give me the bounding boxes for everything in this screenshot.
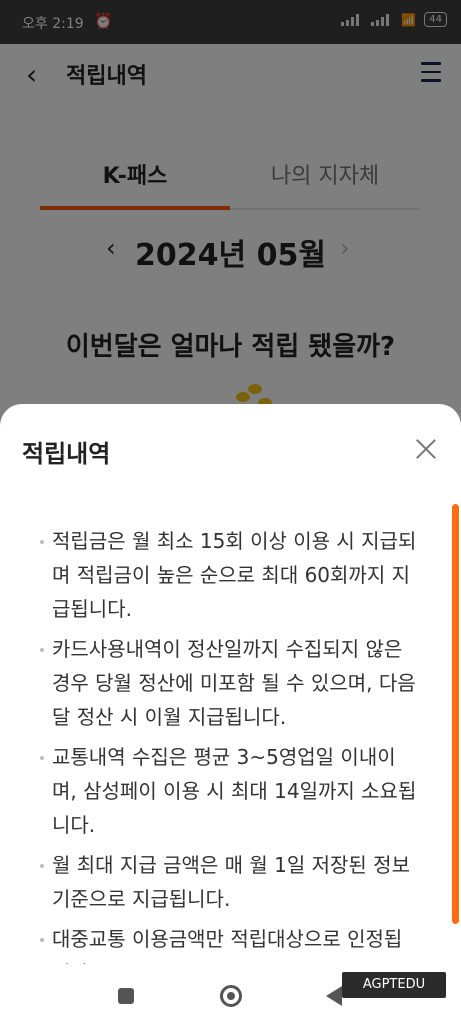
bottom-sheet: 적립내역 적립금은 월 최소 15회 이상 이용 시 지급되며 적립금이 높은 … [0,404,461,970]
home-icon[interactable] [220,985,242,1007]
list-item: 적립금은 월 최소 15회 이상 이용 시 지급되며 적립금이 높은 순으로 최… [40,524,420,626]
list-item: 카드사용내역이 정산일까지 수집되지 않은 경우 당월 정산에 미포함 될 수 … [40,632,420,734]
watermark: AGPTEDU [342,972,446,998]
notes-list[interactable]: 적립금은 월 최소 15회 이상 이용 시 지급되며 적립금이 높은 순으로 최… [40,524,420,964]
list-item: 대중교통 이용금액만 적립대상으로 인정됩니다. [40,922,420,964]
scrollbar[interactable] [452,504,459,924]
recents-icon[interactable] [118,988,134,1004]
list-item: 교통내역 수집은 평균 3~5영업일 이내이며, 삼성페이 이용 시 최대 14… [40,740,420,842]
back-triangle-icon[interactable] [326,986,342,1006]
list-item: 월 최대 지급 금액은 매 월 1일 저장된 정보 기준으로 지급됩니다. [40,848,420,916]
close-icon[interactable] [415,438,437,460]
sheet-title: 적립내역 [22,440,111,468]
